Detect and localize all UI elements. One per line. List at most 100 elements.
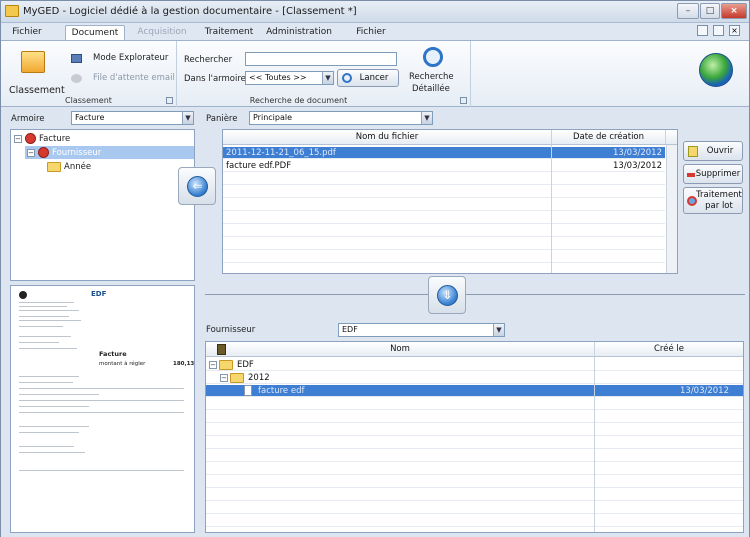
- column-chooser-icon[interactable]: [217, 344, 226, 355]
- preview-note: Facture: [99, 350, 127, 358]
- table-row-empty: [223, 186, 665, 198]
- tab-traitement[interactable]: Traitement: [201, 25, 257, 40]
- file-date: 13/03/2012: [613, 161, 662, 171]
- tree-row-facture-edf[interactable]: facture edf 13/03/2012: [206, 385, 743, 397]
- col-header-nom[interactable]: Nom: [206, 342, 594, 357]
- tree-collapse-icon[interactable]: −: [14, 135, 22, 143]
- close-button[interactable]: ×: [721, 3, 747, 19]
- tree-collapse-icon[interactable]: −: [209, 361, 217, 369]
- horizontal-splitter[interactable]: [205, 294, 745, 295]
- arrow-down-icon: ⇓: [437, 285, 458, 306]
- column-divider: [551, 145, 552, 273]
- mdi-restore-icon[interactable]: [713, 25, 724, 36]
- title-bar: MyGED - Logiciel dédié à la gestion docu…: [1, 1, 749, 23]
- traitement-par-lot-button[interactable]: Traitement par lot: [683, 187, 743, 214]
- armoire-search-label: Dans l'armoire: [184, 74, 246, 84]
- folder-icon: [47, 162, 61, 172]
- col-header-cree-le[interactable]: Créé le: [594, 342, 743, 357]
- armoire-label: Armoire: [11, 114, 45, 124]
- armoire-tree: − Facture − Fournisseur Année: [10, 129, 195, 281]
- table-row-empty: [206, 463, 743, 475]
- globe-download-icon[interactable]: [699, 53, 733, 87]
- table-row-empty: [206, 489, 743, 501]
- classement-button[interactable]: Classement: [9, 85, 65, 96]
- traitement-label-1: Traitement: [696, 190, 742, 200]
- tree-collapse-icon[interactable]: −: [27, 149, 35, 157]
- table-row-empty: [206, 502, 743, 514]
- mdi-close-icon[interactable]: ×: [729, 25, 740, 36]
- tab-fichier-2[interactable]: Fichier: [351, 25, 391, 40]
- lancer-button[interactable]: Lancer: [337, 69, 399, 87]
- ribbon-group-classement: Classement Mode Explorateur File d'atten…: [1, 41, 177, 107]
- chevron-down-icon: ▼: [182, 112, 193, 124]
- paniere-select[interactable]: Principale ▼: [249, 111, 433, 125]
- tree-row-selected[interactable]: [25, 146, 194, 159]
- rechercher-input[interactable]: [245, 52, 397, 66]
- arrow-left-icon: ⇐: [187, 176, 208, 197]
- app-folder-icon: [5, 5, 19, 17]
- ouvrir-label: Ouvrir: [706, 146, 734, 156]
- tree-item-fournisseur[interactable]: Fournisseur: [52, 148, 101, 158]
- chevron-down-icon: ▼: [322, 72, 333, 84]
- table-row-empty: [206, 411, 743, 423]
- fournisseur-select[interactable]: EDF ▼: [338, 323, 505, 337]
- table-row-empty: [223, 212, 665, 224]
- preview-amount-label: montant à régler: [99, 361, 146, 367]
- main-area: Armoire Facture ▼ − Facture − Fournisseu…: [1, 107, 749, 537]
- fournisseur-label: Fournisseur: [206, 325, 256, 335]
- batch-process-icon: [687, 196, 697, 206]
- email-queue-icon: [71, 74, 82, 83]
- folder-icon: [230, 373, 244, 383]
- move-left-button[interactable]: ⇐: [178, 167, 216, 205]
- file-name: facture edf.PDF: [226, 161, 292, 171]
- recherche-launcher-icon[interactable]: [460, 97, 467, 104]
- col-header-date-creation[interactable]: Date de création: [551, 130, 665, 145]
- mode-explorateur-button[interactable]: Mode Explorateur: [93, 53, 168, 63]
- folder-icon: [219, 360, 233, 370]
- tree-row-edf[interactable]: − EDF: [206, 359, 743, 371]
- supprimer-button[interactable]: Supprimer: [683, 164, 743, 184]
- col-header-nom-fichier[interactable]: Nom du fichier: [223, 130, 551, 145]
- tree-item-facture[interactable]: Facture: [39, 134, 70, 144]
- table-row-empty: [206, 437, 743, 449]
- tab-administration[interactable]: Administration: [265, 25, 333, 40]
- armoire-search-select[interactable]: << Toutes >> ▼: [245, 71, 334, 85]
- move-down-button[interactable]: ⇓: [428, 276, 466, 314]
- document-icon: [244, 385, 252, 396]
- armoire-red-icon: [38, 147, 49, 158]
- tab-acquisition[interactable]: Acquisition: [135, 25, 189, 40]
- ouvrir-button[interactable]: Ouvrir: [683, 141, 743, 161]
- magnifier-icon: [423, 47, 443, 67]
- window-title: MyGED - Logiciel dédié à la gestion docu…: [23, 6, 357, 17]
- table-row-empty: [223, 225, 665, 237]
- maximize-button[interactable]: □: [700, 3, 720, 19]
- fournisseur-grid: Nom Créé le − EDF − 2012 facture edf 13/…: [205, 341, 744, 533]
- vertical-scrollbar[interactable]: [666, 145, 677, 273]
- table-row[interactable]: facture edf.PDF 13/03/2012: [223, 160, 665, 172]
- table-row-empty: [223, 238, 665, 250]
- table-row[interactable]: 2011-12-11-21_06_15.pdf 13/03/2012: [223, 147, 665, 159]
- tab-document[interactable]: Document: [65, 25, 125, 40]
- col-header-nom-label: Nom: [390, 344, 410, 354]
- armoire-select[interactable]: Facture ▼: [71, 111, 194, 125]
- supprimer-label: Supprimer: [695, 169, 741, 179]
- mode-explorateur-icon: [71, 54, 82, 63]
- preview-amount: 180,13: [173, 361, 195, 367]
- mdi-minimize-icon[interactable]: [697, 25, 708, 36]
- recherche-detaillee-line1[interactable]: Recherche: [409, 72, 454, 82]
- recherche-detaillee-line2[interactable]: Détaillée: [412, 84, 450, 94]
- table-row-empty: [206, 476, 743, 488]
- tree-item-annee[interactable]: Année: [64, 162, 91, 172]
- tree-item-2012: 2012: [248, 373, 270, 383]
- open-file-icon: [688, 146, 698, 157]
- tree-collapse-icon[interactable]: −: [220, 374, 228, 382]
- classement-launcher-icon[interactable]: [166, 97, 173, 104]
- preview-brand: EDF: [91, 290, 107, 298]
- tree-row-2012[interactable]: − 2012: [206, 372, 743, 384]
- table-row-empty: [206, 398, 743, 410]
- minimize-button[interactable]: –: [677, 3, 699, 19]
- tab-fichier[interactable]: Fichier: [7, 25, 47, 40]
- file-attente-email-button[interactable]: File d'attente email: [93, 73, 175, 83]
- traitement-label-2: par lot: [705, 201, 733, 211]
- fournisseur-value: EDF: [342, 325, 358, 334]
